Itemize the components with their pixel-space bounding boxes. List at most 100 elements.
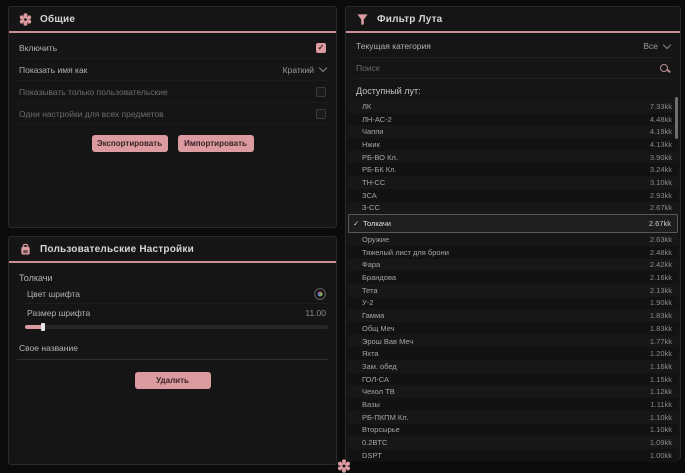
export-button[interactable]: Экспортировать [92, 135, 168, 152]
item-value: 3.90kk [650, 153, 672, 162]
slider-handle[interactable] [41, 323, 45, 331]
list-item[interactable]: У-21.90kk [348, 297, 678, 310]
item-name: DSPT [362, 451, 650, 460]
list-item[interactable]: З-СС2.67kk [348, 202, 678, 215]
item-name: РБ-ПКПМ Кл. [362, 413, 650, 422]
item-value: 4.13kk [650, 140, 672, 149]
name-mode-select[interactable]: Краткий [283, 65, 326, 75]
only-custom-checkbox[interactable] [316, 87, 326, 97]
item-name: Тета [362, 286, 650, 295]
general-panel-header: Общие [9, 7, 336, 33]
chevron-down-icon [319, 64, 327, 72]
loot-list-scrollbar[interactable] [675, 97, 678, 139]
list-item[interactable]: Эрош Вав Меч1.77kk [348, 335, 678, 348]
same-settings-checkbox[interactable] [316, 109, 326, 119]
list-item[interactable]: Брандова2.16kk [348, 271, 678, 284]
item-name: ЗСА [362, 191, 650, 200]
list-item[interactable]: РБ-БК Кл.3.24kk [348, 163, 678, 176]
list-item[interactable]: ✓Толкачи2.67kk [348, 214, 678, 233]
enable-checkbox[interactable]: ✓ [316, 43, 326, 53]
user-settings-panel: Пользовательские Настройки Толкачи Цвет … [8, 236, 337, 465]
list-item[interactable]: Чаппи4.19kk [348, 125, 678, 138]
search-input[interactable] [356, 63, 659, 73]
item-value: 3.24kk [650, 165, 672, 174]
item-name: Толкачи [363, 219, 649, 228]
item-value: 2.67kk [650, 203, 672, 212]
item-name: 0.2BTC [362, 438, 650, 447]
item-value: 4.19kk [650, 127, 672, 136]
loot-list: ЛК7.33kkЛН-АС-24.48kkЧаппи4.19kkНжик4.13… [348, 100, 678, 462]
item-value: 1.15kk [650, 375, 672, 384]
setting-row-enable: Включить ✓ [17, 37, 328, 59]
list-item[interactable]: Тяжелый лист для брони2.48kk [348, 246, 678, 259]
list-item[interactable]: РБ-ВО Кл.3.90kk [348, 151, 678, 164]
item-value: 1.77kk [650, 337, 672, 346]
font-size-value: 11.00 [305, 308, 326, 318]
font-color-row: Цвет шрифта [25, 285, 328, 304]
list-item[interactable]: Нжик4.13kk [348, 138, 678, 151]
selected-item-label: Толкачи [19, 273, 326, 283]
list-item[interactable]: ГОЛ-СА1.15kk [348, 373, 678, 386]
available-loot-label: Доступный лут: [356, 86, 670, 96]
setting-row-name-mode: Показать имя как Краткий [17, 59, 328, 81]
item-value: 1.11kk [650, 400, 672, 409]
list-item[interactable]: Фара2.42kk [348, 259, 678, 272]
enable-label: Включить [19, 43, 57, 53]
name-mode-label: Показать имя как [19, 65, 87, 75]
item-value: 1.83kk [650, 324, 672, 333]
delete-button[interactable]: Удалить [135, 372, 211, 389]
backpack-icon [19, 243, 32, 256]
item-value: 2.48kk [650, 248, 672, 257]
category-value: Все [643, 41, 658, 51]
panel-title-loot-filter: Фильтр Лута [377, 14, 442, 25]
loot-filter-panel: Фильтр Лута Текущая категория Все Доступ… [345, 6, 681, 460]
font-size-slider[interactable] [25, 325, 328, 329]
item-value: 2.13kk [650, 286, 672, 295]
font-size-label: Размер шрифта [27, 308, 90, 318]
font-size-row: Размер шрифта 11.00 [25, 304, 328, 322]
list-item[interactable]: Зам. обед1.16kk [348, 360, 678, 373]
list-item[interactable]: ЗСА2.93kk [348, 189, 678, 202]
list-item[interactable]: Оружие2.63kk [348, 233, 678, 246]
list-item[interactable]: Гамма1.83kk [348, 309, 678, 322]
list-item[interactable]: Вазы1.11kk [348, 398, 678, 411]
user-settings-header: Пользовательские Настройки [9, 237, 336, 263]
item-value: 3.10kk [650, 178, 672, 187]
item-value: 2.93kk [650, 191, 672, 200]
item-value: 1.10kk [650, 413, 672, 422]
loot-filter-header: Фильтр Лута [346, 7, 680, 33]
color-wheel-icon[interactable] [314, 288, 326, 300]
list-item[interactable]: ЛК7.33kk [348, 100, 678, 113]
item-value: 1.83kk [650, 311, 672, 320]
search-icon[interactable] [659, 63, 670, 74]
category-row: Текущая категория Все [354, 35, 672, 58]
list-item[interactable]: DSPT1.00kk [348, 449, 678, 462]
list-item[interactable]: ЛН-АС-24.48kk [348, 113, 678, 126]
item-value: 1.16kk [650, 362, 672, 371]
item-value: 1.12kk [650, 387, 672, 396]
item-value: 2.42kk [650, 260, 672, 269]
item-name: Чаппи [362, 127, 650, 136]
category-select[interactable]: Все [643, 41, 670, 51]
item-name: ЛН-АС-2 [362, 115, 650, 124]
list-item[interactable]: Чехол ТВ1.12kk [348, 385, 678, 398]
same-settings-label: Одни настройки для всех предметов [19, 109, 164, 119]
item-name: Зам. обед [362, 362, 650, 371]
item-name: Брандова [362, 273, 650, 282]
list-item[interactable]: 0.2BTC1.09kk [348, 436, 678, 449]
list-item[interactable]: Общ Меч1.83kk [348, 322, 678, 335]
mod-toggle-flower-icon[interactable] [337, 459, 351, 473]
item-name: ТН-СС [362, 178, 650, 187]
list-item[interactable]: Тета2.13kk [348, 284, 678, 297]
list-item[interactable]: РБ-ПКПМ Кл.1.10kk [348, 411, 678, 424]
list-item[interactable]: Яхта1.20kk [348, 347, 678, 360]
list-item[interactable]: Вторсырье1.10kk [348, 424, 678, 437]
item-name: Яхта [362, 349, 650, 358]
list-item[interactable]: ТН-СС3.10kk [348, 176, 678, 189]
category-label: Текущая категория [356, 41, 431, 51]
item-name: Тяжелый лист для брони [362, 248, 650, 257]
custom-name-input[interactable] [17, 339, 328, 360]
import-button[interactable]: Импортировать [178, 135, 254, 152]
item-name: Нжик [362, 140, 650, 149]
item-name: Оружие [362, 235, 650, 244]
